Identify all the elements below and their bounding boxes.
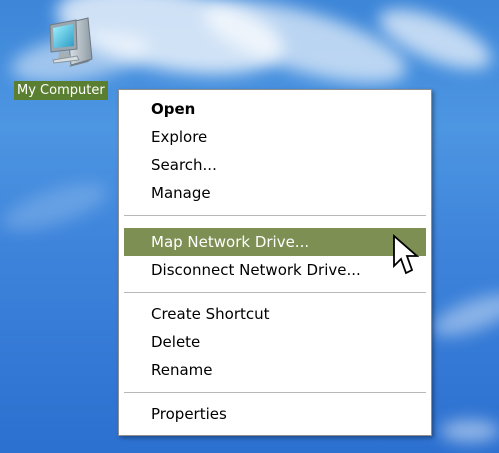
cloud-shape [0,173,113,241]
menu-item-search[interactable]: Search... [124,151,426,179]
menu-item-label: Delete [151,333,201,351]
arrow-cursor-icon [393,234,420,275]
computer-icon[interactable] [41,15,95,73]
desktop-background: My Computer Open Explore Search... Manag… [0,0,499,453]
menu-item-label: Rename [151,361,213,379]
menu-item-label: Explore [151,128,208,146]
menu-item-explore[interactable]: Explore [124,123,426,151]
menu-item-label: Open [151,100,196,118]
menu-item-map-network-drive[interactable]: Map Network Drive... [124,228,426,256]
menu-item-label: Properties [151,405,227,423]
my-computer-desktop-icon[interactable]: My Computer [14,15,130,105]
menu-item-open[interactable]: Open [124,95,426,123]
menu-item-disconnect-network-drive[interactable]: Disconnect Network Drive... [124,256,426,284]
menu-item-manage[interactable]: Manage [124,179,426,207]
menu-item-rename[interactable]: Rename [124,356,426,384]
context-menu[interactable]: Open Explore Search... Manage Map Networ… [118,89,432,436]
my-computer-label[interactable]: My Computer [14,81,108,100]
menu-item-create-shortcut[interactable]: Create Shortcut [124,300,426,328]
menu-item-label: Manage [151,184,211,202]
menu-item-label: Create Shortcut [151,305,270,323]
menu-item-label: Map Network Drive... [151,233,310,251]
menu-item-label: Disconnect Network Drive... [151,261,361,279]
menu-separator [124,215,426,216]
menu-item-properties[interactable]: Properties [124,400,426,428]
menu-item-delete[interactable]: Delete [124,328,426,356]
menu-separator [124,292,426,293]
menu-separator [124,392,426,393]
cloud-shape [440,420,499,442]
menu-item-label: Search... [151,156,217,174]
cloud-shape [427,285,499,345]
